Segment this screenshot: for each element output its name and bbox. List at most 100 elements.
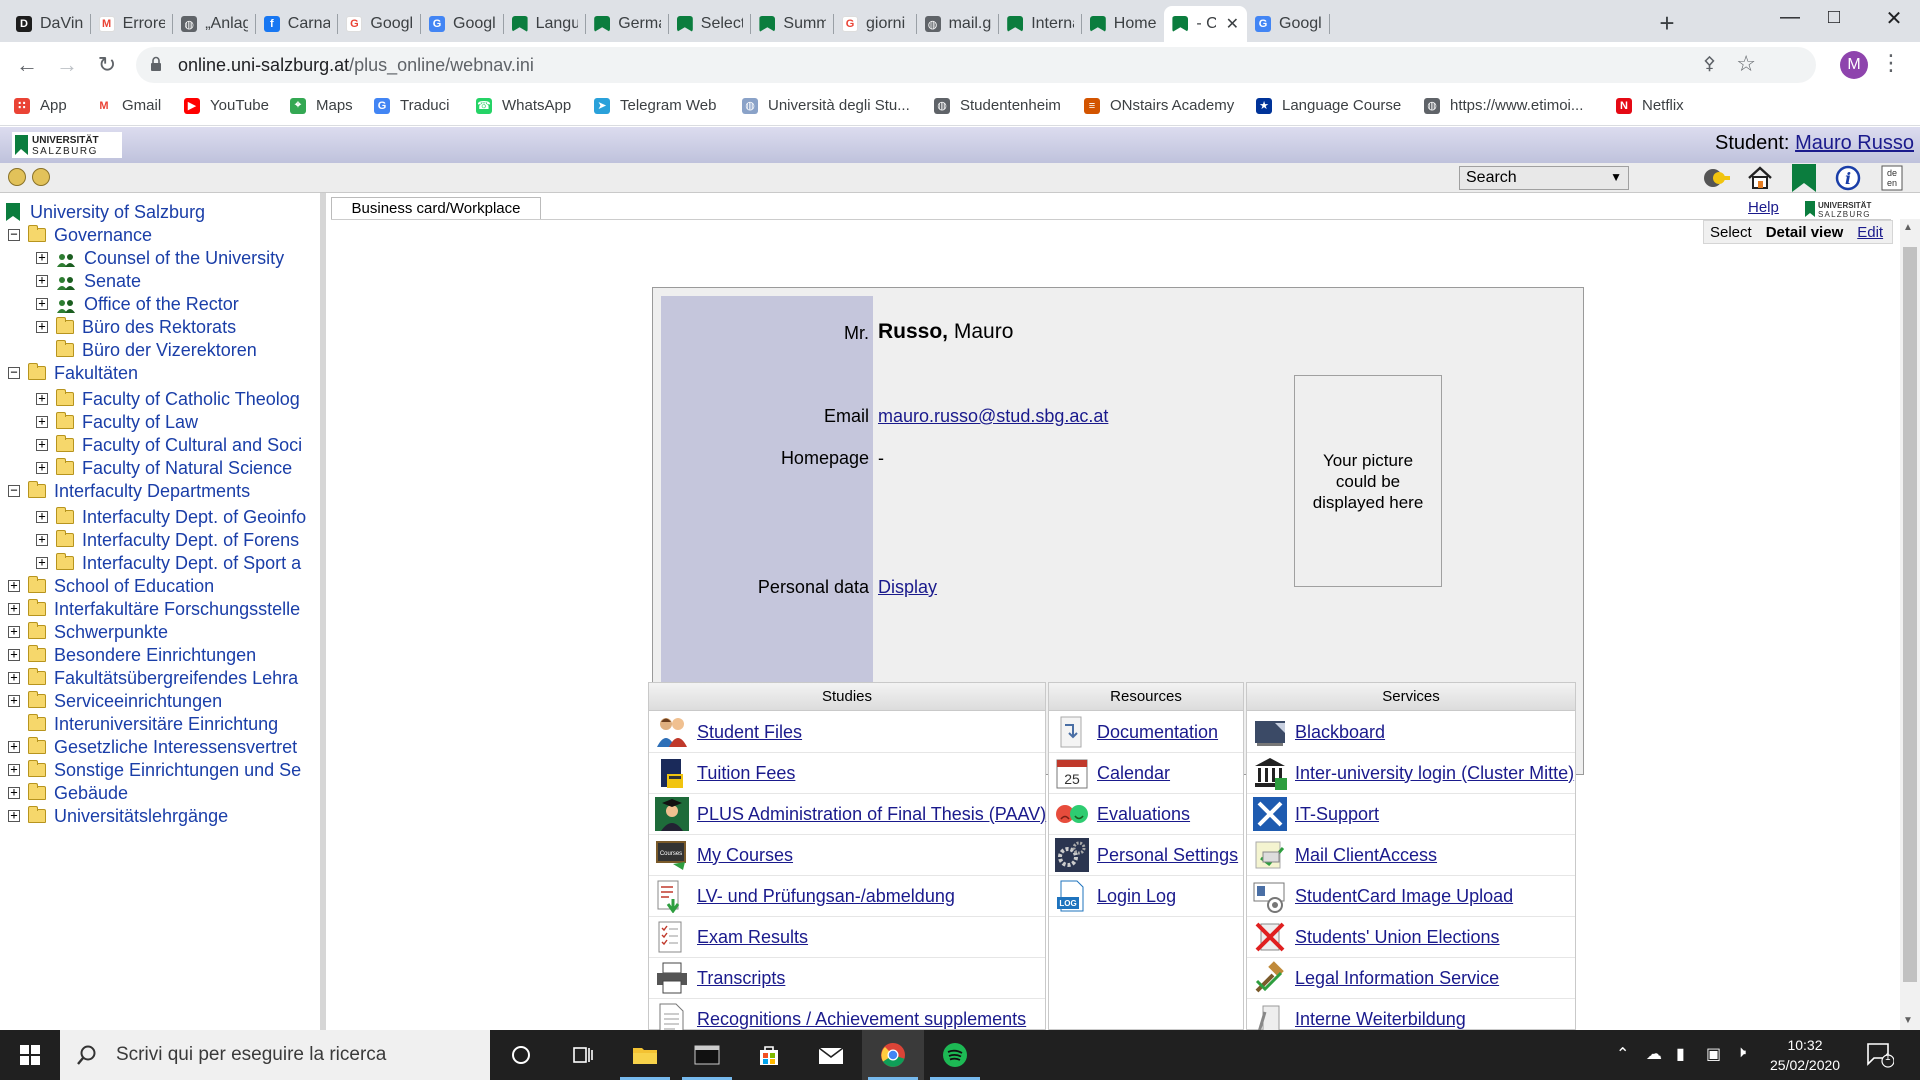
info-icon[interactable]: i: [1834, 165, 1862, 191]
browser-tab-active[interactable]: - CA ✕: [1164, 6, 1247, 42]
bookmark-star-icon[interactable]: ☆: [1736, 51, 1756, 77]
tree-item-interfaculty-dept-of-geoinfo[interactable]: + Interfaculty Dept. of Geoinfo: [36, 506, 306, 528]
tree-item-senate[interactable]: + Senate: [36, 270, 141, 292]
bookmark-netflix[interactable]: N Netflix: [1616, 97, 1684, 114]
menu-link-evaluations[interactable]: Evaluations: [1097, 804, 1190, 825]
menu-row-transcripts[interactable]: Transcripts: [649, 958, 1045, 999]
expand-icon[interactable]: +: [8, 602, 20, 615]
browser-tab[interactable]: ◍ „Anlage: [173, 6, 256, 42]
institution-icon[interactable]: [1253, 756, 1287, 790]
collapse-icon[interactable]: −: [8, 484, 20, 497]
expand-icon[interactable]: +: [36, 533, 48, 546]
bookmark-studentenheim[interactable]: ◍ Studentenheim: [934, 97, 1061, 114]
expand-icon[interactable]: +: [8, 648, 20, 661]
calendar-icon[interactable]: 25: [1055, 756, 1089, 790]
menu-row-tuition-fees[interactable]: Tuition Fees: [649, 753, 1045, 794]
election-icon[interactable]: [1253, 920, 1287, 954]
graduate-icon[interactable]: [655, 797, 689, 831]
expand-icon[interactable]: +: [8, 625, 20, 638]
help-link[interactable]: Help: [1748, 199, 1779, 216]
menu-row-my-courses[interactable]: Courses My Courses: [649, 835, 1045, 876]
menu-row-documentation[interactable]: Documentation: [1049, 712, 1243, 753]
battery-icon[interactable]: ▮: [1676, 1044, 1685, 1064]
logout-key-icon[interactable]: [1703, 165, 1731, 191]
browser-tab[interactable]: ◍ mail.go: [917, 6, 1000, 42]
expand-icon[interactable]: +: [8, 763, 20, 776]
browser-tab[interactable]: G Google: [1247, 6, 1330, 42]
tree-item-besondere-einrichtungen[interactable]: + Besondere Einrichtungen: [8, 644, 256, 666]
menu-link-plus-administration-of-final-thesis-paav[interactable]: PLUS Administration of Final Thesis (PAA…: [697, 804, 1046, 825]
menu-row-recognitions-achievement-supplements[interactable]: Recognitions / Achievement supplements: [649, 999, 1045, 1030]
email-link[interactable]: mauro.russo@stud.sbg.ac.at: [878, 406, 1108, 427]
menu-link-calendar[interactable]: Calendar: [1097, 763, 1170, 784]
tree-item-faculty-of-cultural-and-soci[interactable]: + Faculty of Cultural and Soci: [36, 434, 302, 456]
menu-link-exam-results[interactable]: Exam Results: [697, 927, 808, 948]
browser-menu-icon[interactable]: ⋮: [1880, 50, 1902, 76]
tree-item-b-ro-der-vizerektoren[interactable]: Büro der Vizerektoren: [36, 339, 257, 361]
bookmark-gmail[interactable]: M Gmail: [96, 97, 161, 114]
bookmark-traduci[interactable]: G Traduci: [374, 97, 449, 114]
cortana-icon[interactable]: [490, 1030, 552, 1080]
browser-tab[interactable]: Ggiorni d: [834, 6, 917, 42]
tree-item-interfaculty-departments[interactable]: − Interfaculty Departments: [8, 480, 250, 502]
browser-tab[interactable]: Home -: [1082, 6, 1165, 42]
home-icon[interactable]: [1746, 165, 1774, 191]
menu-row-it-support[interactable]: IT-Support: [1247, 794, 1575, 835]
menu-link-mail-clientaccess[interactable]: Mail ClientAccess: [1295, 845, 1437, 866]
menu-link-documentation[interactable]: Documentation: [1097, 722, 1218, 743]
scrollbar-thumb[interactable]: [1903, 247, 1917, 982]
terminal-icon[interactable]: [676, 1030, 738, 1080]
tuition-icon[interactable]: [655, 756, 689, 790]
bookmark-onstairs-academy[interactable]: ≡ ONstairs Academy: [1084, 97, 1234, 114]
view-edit-link[interactable]: Edit: [1857, 224, 1883, 241]
menu-link-login-log[interactable]: Login Log: [1097, 886, 1176, 907]
lock-icon[interactable]: [150, 56, 162, 72]
language-switch-icon[interactable]: de en: [1878, 165, 1906, 191]
menu-row-students-union-elections[interactable]: Students' Union Elections: [1247, 917, 1575, 958]
scroll-up-icon[interactable]: ▲: [1903, 222, 1913, 233]
minimize-button[interactable]: —: [1770, 6, 1810, 29]
menu-row-inter-university-login-cluster-mitte[interactable]: Inter-university login (Cluster Mitte): [1247, 753, 1575, 794]
tab-close-icon[interactable]: ✕: [1226, 14, 1239, 34]
forward-round-button[interactable]: [32, 168, 50, 186]
tree-item-universit-tslehrg-nge[interactable]: + Universitätslehrgänge: [8, 805, 228, 827]
menu-link-blackboard[interactable]: Blackboard: [1295, 722, 1385, 743]
tools-icon[interactable]: [1253, 797, 1287, 831]
tree-item-interuniversit-re-einrichtung[interactable]: Interuniversitäre Einrichtung: [8, 713, 278, 735]
tree-item-fakult-ten[interactable]: − Fakultäten: [8, 362, 138, 384]
volume-icon[interactable]: 🕨: [1736, 1044, 1746, 1062]
browser-tab[interactable]: German: [586, 6, 669, 42]
menu-row-blackboard[interactable]: Blackboard: [1247, 712, 1575, 753]
expand-icon[interactable]: +: [8, 579, 20, 592]
training-icon[interactable]: [1253, 1002, 1287, 1030]
taskbar-search[interactable]: Scrivi qui per eseguire la ricerca: [60, 1030, 490, 1080]
mail-icon[interactable]: [800, 1030, 862, 1080]
task-view-icon[interactable]: [552, 1030, 614, 1080]
collapse-icon[interactable]: −: [8, 228, 20, 241]
menu-link-students-union-elections[interactable]: Students' Union Elections: [1295, 927, 1500, 948]
store-icon[interactable]: [738, 1030, 800, 1080]
menu-link-my-courses[interactable]: My Courses: [697, 845, 793, 866]
smileys-icon[interactable]: [1055, 797, 1089, 831]
menu-row-interne-weiterbildung[interactable]: Interne Weiterbildung: [1247, 999, 1575, 1030]
expand-icon[interactable]: +: [36, 415, 48, 428]
close-window-button[interactable]: ✕: [1874, 6, 1914, 31]
menu-row-legal-information-service[interactable]: Legal Information Service: [1247, 958, 1575, 999]
menu-row-student-files[interactable]: Student Files: [649, 712, 1045, 753]
url-text[interactable]: online.uni-salzburg.at/plus_online/webna…: [178, 55, 534, 76]
tree-item-faculty-of-natural-science[interactable]: + Faculty of Natural Science: [36, 457, 292, 479]
student-name-link[interactable]: Mauro Russo: [1795, 132, 1914, 154]
tree-item-sonstige-einrichtungen-und-se[interactable]: + Sonstige Einrichtungen und Se: [8, 759, 301, 781]
personal-data-link[interactable]: Display: [878, 577, 937, 598]
menu-row-mail-clientaccess[interactable]: Mail ClientAccess: [1247, 835, 1575, 876]
browser-tab[interactable]: Summe: [751, 6, 834, 42]
legal-icon[interactable]: [1253, 961, 1287, 995]
expand-icon[interactable]: +: [36, 297, 48, 310]
bookmark-whatsapp[interactable]: ☎ WhatsApp: [476, 97, 571, 114]
menu-link-interne-weiterbildung[interactable]: Interne Weiterbildung: [1295, 1009, 1466, 1030]
tray-overflow-icon[interactable]: ⌃: [1616, 1044, 1629, 1064]
menu-link-student-files[interactable]: Student Files: [697, 722, 802, 743]
browser-tab[interactable]: Internat: [999, 6, 1082, 42]
profile-avatar[interactable]: M: [1840, 51, 1868, 79]
menu-link-tuition-fees[interactable]: Tuition Fees: [697, 763, 795, 784]
